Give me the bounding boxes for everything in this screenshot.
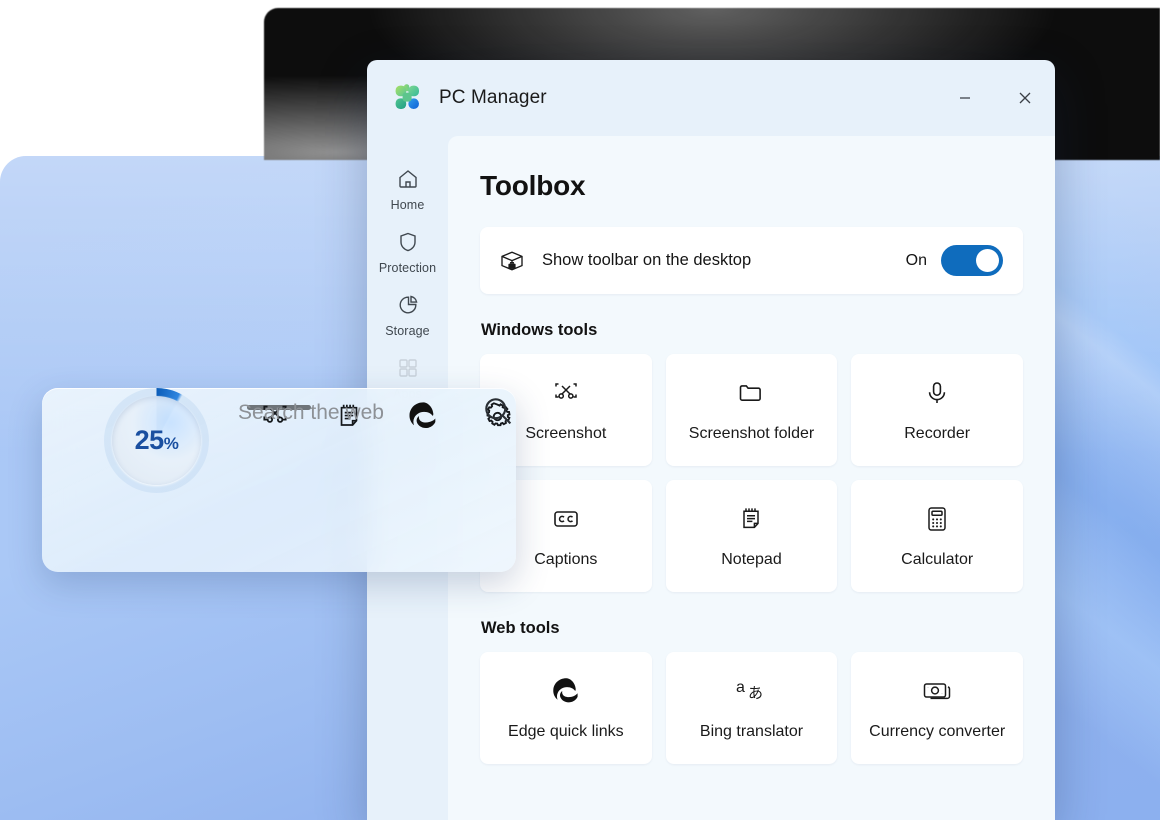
- edge-icon: [550, 675, 582, 707]
- gauge-value-group: 25%: [135, 425, 179, 456]
- window-controls: [935, 60, 1055, 136]
- gauge-unit: %: [163, 434, 179, 453]
- gauge-value: 25: [134, 425, 165, 455]
- tool-card-notepad[interactable]: Notepad: [665, 480, 838, 592]
- minimize-button[interactable]: [935, 60, 995, 136]
- translate-icon: a あ: [734, 675, 768, 707]
- tool-label: Currency converter: [869, 723, 1006, 740]
- tool-label: Notepad: [721, 551, 782, 568]
- sidebar-item-home[interactable]: Home: [372, 158, 444, 219]
- desktop-floating-toolbar[interactable]: 25% Search the web: [42, 388, 516, 572]
- toggle-knob: [976, 249, 999, 272]
- sidebar-item-label: Storage: [385, 324, 430, 338]
- tool-label: Bing translator: [699, 723, 804, 740]
- content-panel: Toolbox Show toolbar on the desktop On W…: [448, 136, 1055, 820]
- title-bar: PC Manager: [367, 60, 1055, 136]
- section-title-windows-tools: Windows tools: [481, 321, 598, 339]
- toggle-state-label: On: [905, 251, 927, 269]
- show-toolbar-toggle[interactable]: [941, 245, 1003, 276]
- sidebar-item-protection[interactable]: Protection: [372, 221, 444, 282]
- tool-label: Captions: [534, 551, 598, 568]
- tool-card-edge-quick-links[interactable]: Edge quick links: [480, 652, 652, 764]
- memory-usage-gauge[interactable]: 25%: [104, 388, 209, 493]
- windows-tools-grid: Screenshot Screenshot folder Recorder Ca…: [480, 354, 1023, 592]
- tool-card-screenshot-folder[interactable]: Screenshot folder: [665, 354, 838, 466]
- web-tools-grid: Edge quick links a あ Bing translator Cur…: [480, 652, 1023, 764]
- section-title-web-tools: Web tools: [481, 619, 560, 637]
- tool-card-recorder[interactable]: Recorder: [851, 354, 1023, 466]
- sidebar-item-label: Home: [390, 198, 425, 212]
- tool-card-calculator[interactable]: Calculator: [851, 480, 1023, 592]
- notepad-icon: [736, 503, 766, 535]
- tool-label: Calculator: [901, 551, 974, 568]
- web-search-row[interactable]: Search the web: [238, 388, 516, 438]
- page-title: Toolbox: [480, 170, 586, 201]
- sidebar-item-label: Protection: [378, 261, 437, 275]
- snip-scissors-icon: [551, 377, 581, 409]
- setting-label: Show toolbar on the desktop: [542, 251, 752, 269]
- microphone-icon: [922, 377, 952, 409]
- pie-chart-icon: [396, 293, 420, 317]
- shield-icon: [396, 230, 420, 254]
- search-icon[interactable]: [480, 393, 516, 434]
- tool-label: Edge quick links: [508, 723, 624, 740]
- tool-card-currency-converter[interactable]: Currency converter: [851, 652, 1023, 764]
- close-button[interactable]: [995, 60, 1055, 136]
- tool-label: Screenshot: [525, 425, 607, 442]
- apps-grid-icon: [396, 356, 420, 380]
- folder-icon: [736, 377, 766, 409]
- tool-label: Recorder: [904, 425, 971, 442]
- home-icon: [396, 167, 420, 191]
- sidebar-item-storage[interactable]: Storage: [372, 284, 444, 345]
- gauge-face: 25%: [112, 396, 201, 485]
- svg-text:a: a: [736, 679, 745, 696]
- calculator-icon: [922, 503, 952, 535]
- tool-label: Screenshot folder: [688, 425, 815, 442]
- tool-card-bing-translator[interactable]: a あ Bing translator: [665, 652, 838, 764]
- money-icon: [921, 675, 953, 707]
- app-title: PC Manager: [439, 87, 547, 108]
- search-input[interactable]: Search the web: [238, 401, 480, 425]
- toolbox-package-icon: [498, 247, 526, 275]
- pc-manager-logo-icon: [393, 83, 423, 113]
- closed-captions-icon: [551, 503, 581, 535]
- show-toolbar-setting-row[interactable]: Show toolbar on the desktop On: [480, 227, 1023, 294]
- svg-text:あ: あ: [748, 684, 763, 702]
